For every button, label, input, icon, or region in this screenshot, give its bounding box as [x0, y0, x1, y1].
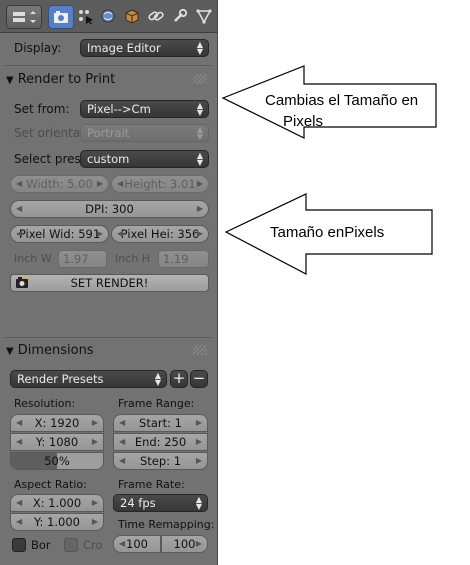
dimensions-title: Dimensions	[17, 343, 94, 358]
render-camera-icon[interactable]	[48, 5, 74, 29]
frame-rate-value: 24 fps	[120, 496, 156, 510]
render-camera-icon	[15, 276, 29, 293]
inch-h-label: Inch H	[115, 252, 151, 265]
time-remapping-label: Time Remapping:	[118, 518, 215, 531]
collapse-triangle-icon: ▼	[6, 346, 14, 357]
resolution-x-field[interactable]: ◀ X: 1920 ▶	[10, 414, 104, 432]
editor-type-icon[interactable]	[6, 5, 42, 29]
display-label: Display:	[14, 41, 62, 55]
aspect-x-value: X: 1.000	[32, 496, 82, 510]
resolution-x-value: X: 1920	[34, 416, 80, 430]
border-label: Bor	[31, 538, 51, 552]
dropdown-arrows-icon: ▲ ▼	[196, 125, 203, 141]
resolution-y-value: Y: 1080	[35, 435, 79, 449]
pixel-height-field[interactable]: ◀ Pixel Hei: 356 ▶	[111, 225, 209, 243]
dpi-field[interactable]: ◀ DPI: 300 ▶	[10, 200, 209, 218]
constraints-icon[interactable]	[144, 5, 168, 27]
frame-step-value: Step: 1	[139, 454, 182, 468]
plus-icon: +	[172, 369, 186, 387]
dropdown-arrows-icon: ▲ ▼	[195, 495, 202, 511]
aspect-y-field[interactable]: ◀ Y: 1.000 ▶	[10, 513, 104, 531]
minus-icon: −	[192, 369, 206, 387]
pixel-height-value: Pixel Hei: 356	[120, 227, 200, 241]
border-checkbox[interactable]	[12, 538, 26, 552]
properties-panel: Display: Image Editor ▲ ▼ ▼ Render to Prin…	[0, 0, 218, 565]
aspect-y-value: Y: 1.000	[34, 515, 80, 529]
inch-w-label: Inch W	[14, 252, 52, 265]
select-preset-value: custom	[87, 152, 130, 166]
resolution-percentage-slider[interactable]: 50%	[10, 452, 104, 470]
crop-label: Cro	[83, 538, 103, 552]
set-render-label: SET RENDER!	[70, 276, 149, 290]
drag-grip-icon[interactable]	[193, 345, 207, 355]
dropdown-arrows-icon: ▲ ▼	[196, 40, 203, 56]
inch-w-value: 1.97	[63, 252, 89, 266]
frame-start-value: Start: 1	[139, 416, 182, 430]
render-presets-value: Render Presets	[17, 372, 104, 386]
callout-1-line1: Cambias el Tamaño en	[265, 92, 419, 109]
world-icon[interactable]	[96, 5, 120, 27]
width-value: Width: 5.00	[26, 177, 93, 191]
set-orient-label: Set orientat	[14, 126, 85, 140]
height-value: Height: 3.01	[124, 177, 196, 191]
frame-step-field[interactable]: ◀ Step: 1 ▶	[113, 452, 208, 470]
inch-h-value: 1.19	[163, 252, 189, 266]
height-field: ◀ Height: 3.01 ▶	[111, 175, 209, 193]
set-from-value: Pixel-->Cm	[87, 102, 151, 116]
render-presets-dropdown[interactable]: Render Presets ▲ ▼	[10, 370, 167, 388]
callout-2-text: Tamaño enPixels	[270, 224, 385, 241]
callout-1-line2: Pixels	[283, 113, 324, 130]
drag-grip-icon[interactable]	[193, 74, 207, 84]
time-remap-new-field[interactable]: 100 ▶	[161, 535, 208, 553]
add-preset-button[interactable]: +	[170, 370, 188, 388]
frame-range-label: Frame Range:	[118, 397, 195, 410]
select-preset-dropdown[interactable]: custom ▲ ▼	[80, 150, 209, 168]
frame-end-value: End: 250	[134, 435, 187, 449]
inch-h-field: 1.19	[158, 250, 209, 268]
set-from-dropdown[interactable]: Pixel-->Cm ▲ ▼	[80, 100, 209, 118]
data-icon[interactable]	[192, 5, 216, 27]
divider	[4, 337, 212, 338]
dropdown-arrows-icon: ▲ ▼	[196, 101, 203, 117]
inch-w-field: 1.97	[58, 250, 107, 268]
render-to-print-title: Render to Print	[17, 72, 116, 87]
time-remap-new-value: 100	[173, 537, 196, 551]
display-dropdown[interactable]: Image Editor ▲ ▼	[80, 39, 209, 57]
dpi-value: DPI: 300	[85, 202, 134, 216]
divider	[4, 65, 212, 66]
frame-end-field[interactable]: ◀ End: 250 ▶	[113, 433, 208, 451]
frame-start-field[interactable]: ◀ Start: 1 ▶	[113, 414, 208, 432]
modifiers-wrench-icon[interactable]	[168, 5, 192, 27]
resolution-label: Resolution:	[14, 397, 76, 410]
resolution-y-field[interactable]: ◀ Y: 1080 ▶	[10, 433, 104, 451]
set-from-label: Set from:	[14, 102, 70, 116]
object-icon[interactable]	[120, 5, 144, 27]
frame-rate-label: Frame Rate:	[118, 478, 185, 491]
frame-rate-dropdown[interactable]: 24 fps ▲ ▼	[113, 494, 208, 512]
select-preset-label: Select pres	[14, 152, 81, 166]
orientation-value: Portrait	[87, 126, 130, 140]
render-to-print-header[interactable]: ▼ Render to Print	[6, 72, 211, 87]
crop-checkbox	[64, 538, 78, 552]
orientation-dropdown: Portrait ▲ ▼	[80, 124, 209, 142]
pixel-width-field[interactable]: ◀ Pixel Wid: 591 ▶	[10, 225, 109, 243]
properties-header	[0, 0, 217, 33]
time-remap-old-value: 100	[126, 537, 148, 551]
dropdown-arrows-icon: ▲ ▼	[154, 371, 161, 387]
width-field: ◀ Width: 5.00 ▶	[10, 175, 109, 193]
remove-preset-button[interactable]: −	[190, 370, 208, 388]
dropdown-arrows-icon: ▲ ▼	[196, 151, 203, 167]
resolution-percentage-value: 50%	[44, 454, 70, 468]
aspect-ratio-label: Aspect Ratio:	[14, 478, 87, 491]
display-value: Image Editor	[87, 41, 161, 55]
layers-icon[interactable]	[74, 5, 98, 27]
dimensions-header[interactable]: ▼ Dimensions	[6, 343, 211, 358]
set-render-button[interactable]: SET RENDER!	[10, 274, 209, 292]
time-remap-old-field[interactable]: ◀ 100	[113, 535, 161, 553]
aspect-x-field[interactable]: ◀ X: 1.000 ▶	[10, 494, 104, 512]
collapse-triangle-icon: ▼	[6, 75, 14, 86]
pixel-width-value: Pixel Wid: 591	[18, 227, 101, 241]
